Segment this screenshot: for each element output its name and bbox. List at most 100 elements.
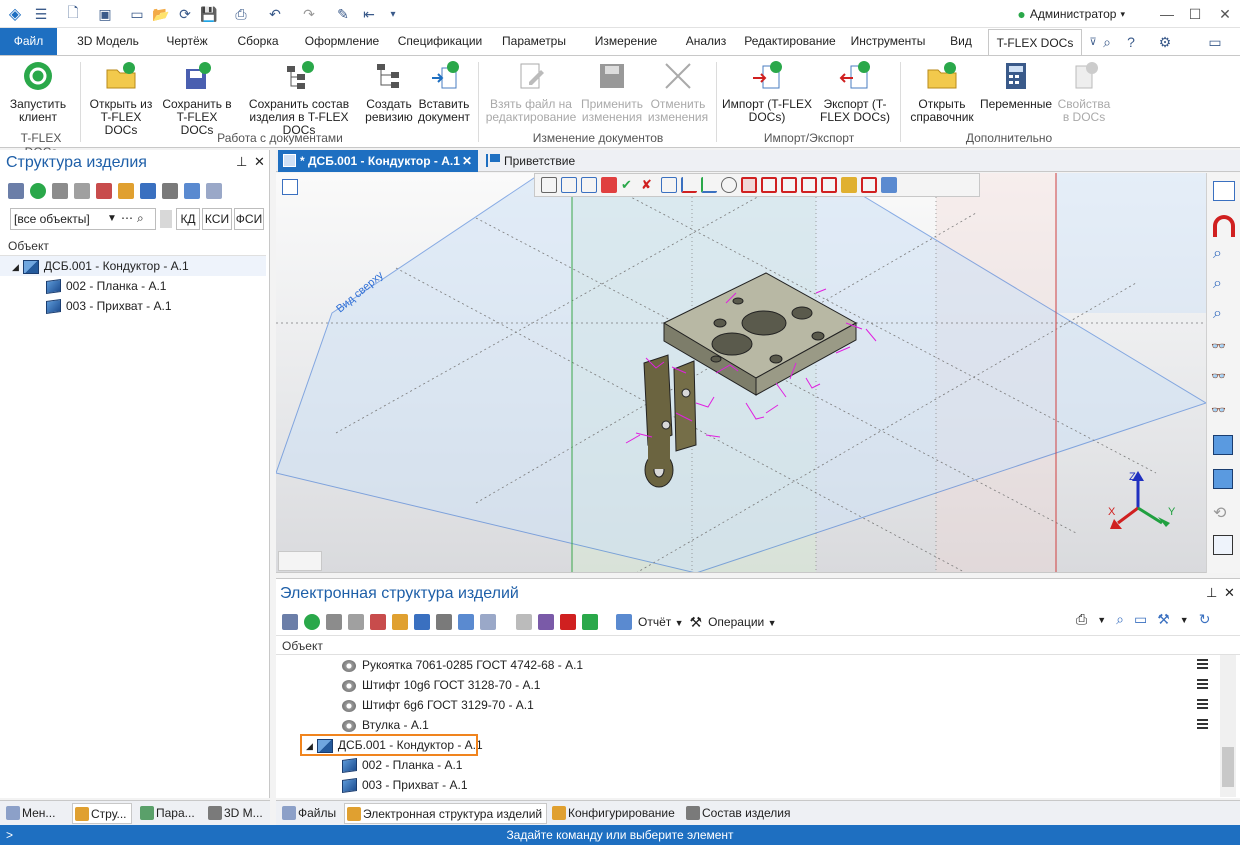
menu-icon[interactable]: ☰ <box>32 5 50 23</box>
delete-icon[interactable] <box>560 614 576 630</box>
toggle-icon[interactable] <box>160 210 172 228</box>
grid-icon[interactable] <box>458 614 474 630</box>
apply-changes-button[interactable]: Применить изменения <box>578 60 646 124</box>
glasses-edit-icon[interactable]: 👓 <box>1211 369 1226 383</box>
glasses-icon[interactable]: 👓 <box>1211 339 1226 353</box>
variables-button[interactable]: Переменные <box>978 60 1054 111</box>
tab-parameters[interactable]: Пара... <box>138 803 195 824</box>
cad-icon[interactable] <box>206 183 222 199</box>
chip-kd[interactable]: КД <box>176 208 200 230</box>
rotate-icon[interactable]: ⟲ <box>1213 503 1226 523</box>
apply-icon[interactable] <box>582 614 598 630</box>
shapes-icon[interactable] <box>841 177 857 193</box>
tab-electronic-structure[interactable]: Электронная структура изделий <box>344 803 548 824</box>
help-icon[interactable]: ? <box>1122 33 1140 51</box>
wrench-icon[interactable]: ⚒ <box>1157 611 1170 628</box>
tab-document-active[interactable]: * ДСБ.001 - Кондуктор - А.1 ✕ <box>278 150 478 172</box>
tab-3d-model[interactable]: 3D М... <box>206 803 263 824</box>
maximize-button[interactable]: ☐ <box>1182 4 1208 24</box>
add-icon[interactable] <box>30 183 46 199</box>
app-logo-icon[interactable]: ◈ <box>6 5 24 23</box>
table-icon[interactable] <box>52 183 68 199</box>
open-from-docs-button[interactable]: Открыть из T-FLEX DOCs <box>84 60 158 137</box>
pin-icon[interactable]: ⊥ <box>236 154 247 170</box>
row-menu-icon[interactable] <box>1197 719 1208 729</box>
tree-item[interactable]: 002 - Планка - А.1 <box>0 276 266 296</box>
layout-icon[interactable]: ▭ <box>1206 33 1224 51</box>
table-icon[interactable] <box>326 614 342 630</box>
model-icon[interactable]: ▣ <box>96 5 114 23</box>
filter-select[interactable]: [все объекты] ▼ ⋯ ⌕ <box>10 208 156 230</box>
insert-document-button[interactable]: Вставить документ <box>416 60 472 124</box>
chip-fsi[interactable]: ФСИ <box>234 208 264 230</box>
close-tab-icon[interactable]: ✕ <box>462 150 472 172</box>
document-icon[interactable] <box>370 614 386 630</box>
refresh-folder-icon[interactable]: ⟳ <box>176 5 194 23</box>
chevron-down-icon[interactable]: ▼ <box>1097 615 1106 625</box>
magnet-icon[interactable] <box>1213 215 1235 237</box>
filter-icon[interactable] <box>541 177 557 193</box>
table-row[interactable]: Штифт 10g6 ГОСТ 3128-70 - А.1 <box>276 675 1218 695</box>
tab-composition[interactable]: Состав изделия <box>684 803 791 824</box>
scrollbar-thumb[interactable] <box>1222 747 1234 787</box>
close-panel-icon[interactable]: ✕ <box>254 154 265 170</box>
face-icon[interactable] <box>761 177 777 193</box>
save-to-docs-button[interactable]: Сохранить в T-FLEX DOCs <box>160 60 234 137</box>
import-button[interactable]: Импорт (T-FLEX DOCs) <box>720 60 814 124</box>
tree-icon[interactable] <box>140 183 156 199</box>
copy-icon[interactable] <box>74 183 90 199</box>
close-window-button[interactable]: ✕ <box>1212 4 1238 24</box>
tab-drawing[interactable]: Чертёж <box>158 28 216 55</box>
tab-parameters[interactable]: Параметры <box>494 28 574 55</box>
tab-tools[interactable]: Инструменты <box>846 28 930 55</box>
redo-icon[interactable]: ↷ <box>300 5 318 23</box>
more-icon[interactable]: ⋯ <box>121 208 133 228</box>
tab-structure[interactable]: Стру... <box>72 803 132 824</box>
scene-tree-icon[interactable] <box>282 179 298 195</box>
create-revision-button[interactable]: Создать ревизию <box>364 60 414 124</box>
tab-editing[interactable]: Редактирование <box>740 28 840 55</box>
chevron-down-icon[interactable]: ▼ <box>1180 615 1189 625</box>
edge-icon[interactable] <box>781 177 797 193</box>
document-icon[interactable] <box>96 183 112 199</box>
table-row[interactable]: Втулка - А.1 <box>276 715 1218 735</box>
column-header[interactable]: Объект <box>276 635 1240 655</box>
zoom-icon[interactable]: ⌕ <box>1213 245 1222 263</box>
tab-files[interactable]: Файлы <box>280 803 336 824</box>
row-menu-icon[interactable] <box>1197 699 1208 709</box>
tree-item[interactable]: 003 - Прихват - А.1 <box>0 296 266 316</box>
curve-icon[interactable] <box>721 177 737 193</box>
layout-icon[interactable]: ▭ <box>1134 611 1147 628</box>
checklist-icon[interactable] <box>436 614 452 630</box>
color-filter-icon[interactable] <box>601 177 617 193</box>
checklist-icon[interactable] <box>162 183 178 199</box>
tab-configuration[interactable]: Конфигурирование <box>550 803 675 824</box>
save-icon[interactable]: 💾 <box>200 5 218 23</box>
save-structure-button[interactable]: Сохранить состав изделия в T-FLEX DOCs <box>234 60 364 137</box>
tab-tflex-docs[interactable]: T-FLEX DOCs <box>988 29 1082 56</box>
tab-welcome[interactable]: Приветствие <box>482 150 582 172</box>
body-icon[interactable] <box>741 177 757 193</box>
row-menu-icon[interactable] <box>1197 659 1208 669</box>
export-button[interactable]: Экспорт (T-FLEX DOCs) <box>814 60 896 124</box>
properties-in-docs-button[interactable]: Свойства в DOCs <box>1054 60 1114 124</box>
link-icon[interactable] <box>118 183 134 199</box>
loop-icon[interactable] <box>821 177 837 193</box>
minimize-button[interactable]: — <box>1154 4 1180 24</box>
table-row-highlighted[interactable]: ◢ ДСБ.001 - Кондуктор - А.1 <box>276 734 1218 756</box>
tab-3d-model[interactable]: 3D Модель <box>68 28 148 55</box>
plane-icon[interactable] <box>661 177 677 193</box>
glasses-view-icon[interactable]: 👓 <box>1211 403 1226 417</box>
zoom-fit-icon[interactable]: ⌕ <box>1213 305 1222 323</box>
pin-icon[interactable]: ⊥ <box>1206 585 1217 601</box>
window-icon[interactable]: ▭ <box>128 5 146 23</box>
tab-assembly[interactable]: Сборка <box>228 28 288 55</box>
report-button[interactable]: Отчёт ▼ <box>638 615 684 629</box>
row-menu-icon[interactable] <box>1197 679 1208 689</box>
table-row[interactable]: Штифт 6g6 ГОСТ 3129-70 - А.1 <box>276 695 1218 715</box>
tab-file[interactable]: Файл <box>0 28 57 55</box>
deselect-icon[interactable]: ✘ <box>641 177 657 193</box>
properties-icon[interactable]: ✎ <box>334 5 352 23</box>
tab-menu[interactable]: Мен... <box>4 803 55 824</box>
assembly-filter-icon[interactable] <box>881 177 897 193</box>
